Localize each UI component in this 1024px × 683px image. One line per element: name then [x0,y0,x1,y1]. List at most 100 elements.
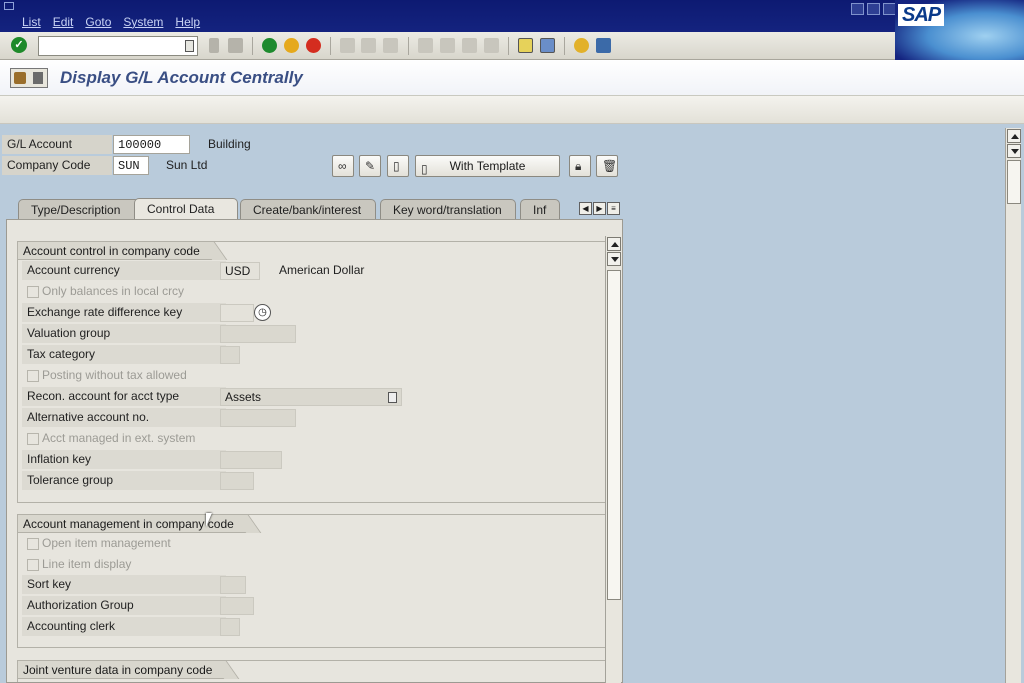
exit-icon[interactable] [284,38,299,53]
accounting-clerk-field[interactable] [220,618,240,636]
menu-bar: List Edit Goto System Help [0,0,1024,32]
lock-button[interactable]: 🔒︎ [569,155,591,177]
print-icon[interactable] [340,38,355,53]
tab-key-word-translation[interactable]: Key word/translation [380,199,516,220]
back-arrow-icon[interactable] [209,38,219,53]
panel-scroll-down-icon[interactable] [607,252,621,266]
panel-scrollbar-thumb[interactable] [607,270,621,600]
tab-scroll-left-icon[interactable]: ◀ [579,202,592,215]
with-template-button[interactable]: ▯ With Template [415,155,560,177]
last-page-icon[interactable] [484,38,499,53]
minimize-icon[interactable] [851,3,864,15]
company-code-label: Company Code [2,156,112,175]
company-code-description: Sun Ltd [166,158,208,172]
new-document-icon: ▯ [393,159,400,173]
sap-logo-text: SAP [898,4,945,26]
tab-control-data[interactable]: Control Data [134,198,238,220]
valuation-group-field[interactable] [220,325,296,343]
tab-scroll-right-icon[interactable]: ▶ [593,202,606,215]
menu-help[interactable]: Help [175,15,200,29]
gl-account-label: G/L Account [2,135,112,154]
mouse-cursor-icon [206,513,218,527]
gl-account-description: Building [208,137,251,151]
menu-list-item[interactable]: List [22,15,41,29]
authorization-group-field[interactable] [220,597,254,615]
open-item-checkbox[interactable] [27,538,39,550]
delete-button[interactable]: 🗑︎ [596,155,618,177]
alternative-account-field[interactable] [220,409,296,427]
enter-check-icon[interactable]: ✓ [11,37,27,53]
back-icon[interactable] [262,38,277,53]
panel-scroll-up-icon[interactable] [607,237,621,251]
menu-goto[interactable]: Goto [85,15,111,29]
help-icon[interactable] [574,38,589,53]
only-balances-checkbox[interactable] [27,286,39,298]
save-icon[interactable] [228,38,243,53]
first-page-icon[interactable] [418,38,433,53]
company-code-field[interactable]: SUN [113,156,149,175]
scroll-down-icon[interactable] [1007,144,1021,158]
sort-key-field[interactable] [220,576,246,594]
menu-system[interactable]: System [123,15,163,29]
inflation-key-field[interactable] [220,451,282,469]
exchange-rate-key-field[interactable] [220,304,254,322]
panel-vertical-scrollbar[interactable] [605,236,621,683]
scrollbar-thumb[interactable] [1007,160,1021,204]
dropdown-icon[interactable] [388,392,397,403]
find-icon[interactable] [361,38,376,53]
edit-button[interactable]: ✎ [359,155,381,177]
acct-managed-ext-label: Acct managed in ext. system [42,431,196,445]
scroll-up-icon[interactable] [1007,129,1021,143]
tax-category-field[interactable] [220,346,240,364]
value-help-icon[interactable]: ◷ [254,304,271,321]
glasses-display-button[interactable]: ∞ [332,155,354,177]
joint-venture-title: Joint venture data in company code [17,660,227,679]
command-field[interactable] [38,36,198,56]
previous-page-icon[interactable] [440,38,455,53]
valuation-group-label: Valuation group [22,324,226,343]
toolbar-separator [330,37,331,55]
joint-venture-group: Joint venture data in company code [17,660,608,682]
glasses-icon: ∞ [338,159,347,173]
change-display-icon[interactable] [10,68,48,88]
tab-create-bank-interest[interactable]: Create/bank/interest [240,199,376,220]
line-item-checkbox[interactable] [27,559,39,571]
account-control-title: Account control in company code [17,241,214,260]
open-item-label: Open item management [42,536,171,550]
acct-managed-ext-checkbox[interactable] [27,433,39,445]
account-currency-label: Account currency [22,261,226,280]
find-next-icon[interactable] [383,38,398,53]
next-page-icon[interactable] [462,38,477,53]
sort-key-label: Sort key [22,575,226,594]
recon-account-label: Recon. account for acct type [22,387,226,406]
page-title: Display G/L Account Centrally [60,68,303,87]
screen-vertical-scrollbar[interactable] [1005,128,1021,683]
new-session-icon[interactable] [518,38,533,53]
trash-icon: 🗑︎ [602,159,618,173]
menu-edit[interactable]: Edit [53,15,74,29]
tab-type-description[interactable]: Type/Description [18,199,140,220]
maximize-icon[interactable] [867,3,880,15]
command-dropdown-icon[interactable] [185,40,194,52]
system-menu-icon[interactable] [4,2,14,10]
recon-account-select[interactable]: Assets [220,388,402,406]
with-template-label: With Template [449,159,526,173]
tab-information[interactable]: Inf [520,199,560,220]
toolbar-separator [252,37,253,55]
gl-account-field[interactable]: 100000 [113,135,190,154]
toolbar-separator [564,37,565,55]
tolerance-group-field[interactable] [220,472,254,490]
posting-without-tax-checkbox[interactable] [27,370,39,382]
tab-list-icon[interactable]: ≡ [607,202,620,215]
create-button[interactable]: ▯ [387,155,409,177]
toolbar-separator [408,37,409,55]
application-toolbar [0,96,1024,124]
pencil-icon: ✎ [365,159,376,173]
layout-menu-icon[interactable] [596,38,611,53]
lock-icon: 🔒︎ [575,159,582,173]
cancel-icon[interactable] [306,38,321,53]
sap-logo: SAP [895,0,1024,60]
shortcut-icon[interactable] [540,38,555,53]
window-controls [851,3,896,15]
account-currency-field[interactable]: USD [220,262,260,280]
